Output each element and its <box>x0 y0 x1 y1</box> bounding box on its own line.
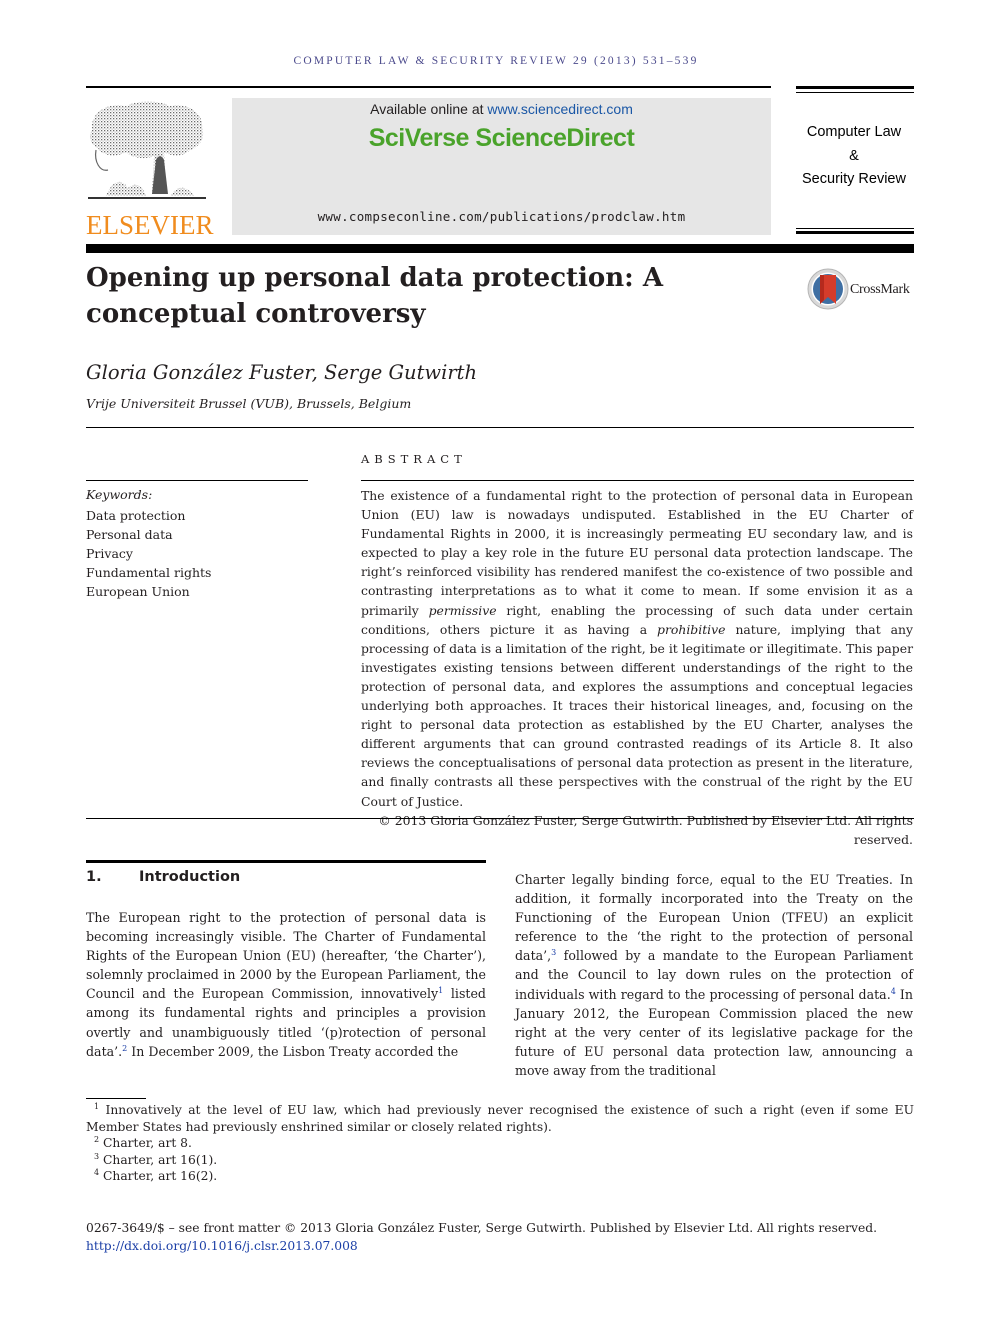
abstract-text-1: The existence of a fundamental right to … <box>361 488 913 618</box>
footnote-number: 1 <box>94 1101 100 1111</box>
body-column-right: Charter legally binding force, equal to … <box>515 870 913 1080</box>
journal-name-line-1: Computer Law <box>806 124 902 140</box>
sciencedirect-link[interactable]: www.sciencedirect.com <box>487 101 633 117</box>
header-top-rule <box>86 86 771 88</box>
sciverse-sciencedirect-logo: SciVerse ScienceDirect <box>368 124 635 152</box>
footnotes: 1 Innovatively at the level of EU law, w… <box>86 1102 914 1185</box>
abstract-heading: ABSTRACT <box>361 452 467 466</box>
abstract-emphasis-prohibitive: prohibitive <box>657 621 726 637</box>
masthead-thick-bar <box>86 244 914 253</box>
footnote-number: 4 <box>94 1167 100 1177</box>
footnote-item: 4 Charter, art 16(2). <box>86 1168 914 1185</box>
available-online-line: Available online at www.sciencedirect.co… <box>232 101 771 117</box>
front-matter: 0267-3649/$ – see front matter © 2013 Gl… <box>86 1219 877 1255</box>
body-column-left: The European right to the protection of … <box>86 908 486 1061</box>
footnote-text: Innovatively at the level of EU law, whi… <box>86 1103 914 1134</box>
abstract-top-rule <box>361 480 914 481</box>
running-head: COMPUTER LAW & SECURITY REVIEW 29 (2013)… <box>293 55 699 67</box>
footnote-item: 3 Charter, art 16(1). <box>86 1152 914 1169</box>
keywords-top-rule <box>86 480 308 481</box>
abstract-emphasis-permissive: permissive <box>428 602 497 618</box>
journal-box-top-rule-thin <box>796 92 914 93</box>
sciencedirect-banner: Available online at www.sciencedirect.co… <box>232 98 771 235</box>
keyword-item: Data protection <box>86 508 186 523</box>
footnote-item: 1 Innovatively at the level of EU law, w… <box>86 1102 914 1135</box>
footnote-number: 3 <box>94 1151 100 1161</box>
keyword-item: Fundamental rights <box>86 565 212 580</box>
section-heading-introduction: 1. Introduction <box>86 869 486 885</box>
body-text: The European right to the protection of … <box>86 910 486 1002</box>
keyword-item: Privacy <box>86 546 133 561</box>
section-number: 1. <box>86 869 102 885</box>
abstract-copyright: © 2013 Gloria González Fuster, Serge Gut… <box>378 812 913 847</box>
journal-box-top-rule-thick <box>796 86 914 89</box>
crossmark-icon <box>807 268 849 310</box>
journal-box-bottom-rule-thin <box>796 228 914 229</box>
doi-link[interactable]: http://dx.doi.org/10.1016/j.clsr.2013.07… <box>86 1239 358 1253</box>
journal-homepage-url[interactable]: www.compseconline.com/publications/prodc… <box>232 209 771 224</box>
affiliation-divider <box>86 427 914 428</box>
footnote-separator <box>86 1098 146 1099</box>
elsevier-tree-logo-icon <box>86 100 208 208</box>
article-authors: Gloria González Fuster, Serge Gutwirth <box>86 361 478 384</box>
footnote-item: 2 Charter, art 8. <box>86 1135 914 1152</box>
body-text: followed by a mandate to the European Pa… <box>515 948 913 1002</box>
footnote-text: Charter, art 16(1). <box>103 1152 218 1167</box>
elsevier-logo-wordmark: ELSEVIER <box>86 210 214 240</box>
keywords-list: Data protection Personal data Privacy Fu… <box>86 506 211 601</box>
abstract-bottom-rule <box>86 818 914 819</box>
available-online-prefix: Available online at <box>370 101 488 117</box>
author-affiliation: Vrije Universiteit Brussel (VUB), Brusse… <box>86 396 412 411</box>
journal-name-line-3: Security Review <box>802 171 906 187</box>
keyword-item: Personal data <box>86 527 173 542</box>
journal-name-block: Computer Law & Security Review <box>790 121 918 192</box>
journal-box-bottom-rule-thick <box>796 231 914 234</box>
body-text: In December 2009, the Lisbon Treaty acco… <box>127 1043 459 1059</box>
footnote-number: 2 <box>94 1134 100 1144</box>
article-title: Opening up personal data protection: A c… <box>86 263 663 329</box>
keywords-label: Keywords: <box>86 487 153 502</box>
abstract-body: The existence of a fundamental right to … <box>361 486 913 849</box>
footnote-text: Charter, art 8. <box>103 1136 192 1150</box>
crossmark-label: CrossMark <box>850 282 910 297</box>
footnote-text: Charter, art 16(2). <box>103 1169 218 1183</box>
section-title: Introduction <box>139 869 241 885</box>
abstract-text-3: nature, implying that any processing of … <box>361 621 913 809</box>
journal-name-line-2: & <box>849 147 859 164</box>
section-heading-rule <box>86 860 486 863</box>
keyword-item: European Union <box>86 584 190 599</box>
issn-copyright-line: 0267-3649/$ – see front matter © 2013 Gl… <box>86 1221 878 1235</box>
